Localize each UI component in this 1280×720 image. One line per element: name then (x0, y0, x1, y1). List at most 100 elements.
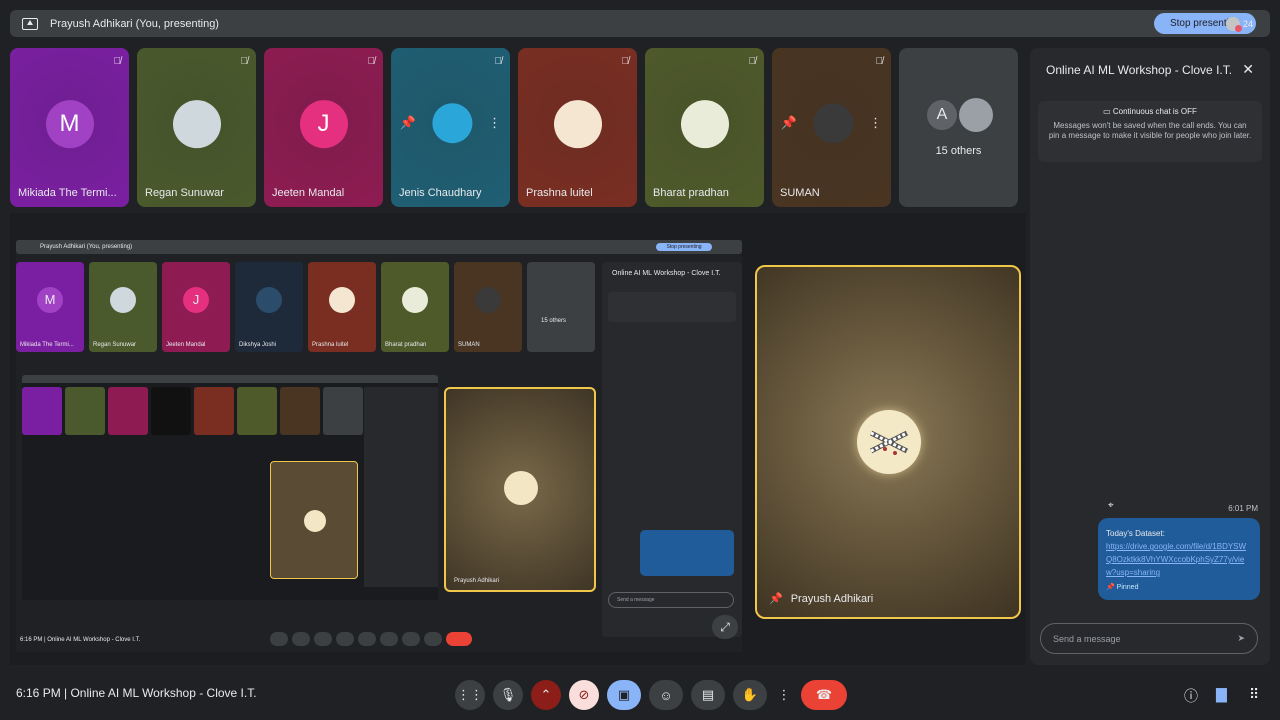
avatar (172, 99, 221, 148)
participant-name: Mikiada The Termi... (20, 342, 74, 348)
bottom-bar: 6:16 PM | Online AI ML Workshop - Clove … (0, 672, 1280, 720)
activities-icon[interactable]: ⠿ (1249, 686, 1259, 703)
avatar (475, 286, 501, 313)
avatar (680, 99, 729, 148)
avatar: M (37, 286, 63, 313)
others-label: 15 others (935, 145, 982, 157)
participant-name: Jeeten Mandal (166, 342, 206, 348)
shared-participant-tile: M Mikiada The Termi... (16, 262, 84, 352)
chat-panel-title: Online AI ML Workshop - Clove I.T. (1046, 63, 1233, 77)
mic-off-icon: 🎙̸ (875, 56, 884, 67)
participant-name: Jeeten Mandal (272, 187, 345, 199)
pinned-avatar (857, 410, 921, 474)
shared-chat-message (640, 530, 734, 576)
pin-icon: 📌 (769, 593, 783, 605)
participant-name: Mikiada The Termi... (18, 187, 117, 199)
camera-options-chevron-icon[interactable]: ⌃ (531, 680, 561, 710)
pinned-label: Pinned (1116, 584, 1139, 591)
microphone-icon[interactable]: 🎙 (493, 680, 523, 710)
meeting-details-icon[interactable]: ⓘ (1184, 686, 1198, 706)
shared-meeting-text: 6:16 PM | Online AI ML Workshop - Clove … (20, 637, 141, 643)
shared-controls (270, 632, 472, 646)
message-time: 6:01 PM (1228, 504, 1258, 513)
shared-stop-presenting: Stop presenting (656, 243, 712, 251)
others-label: 15 others (541, 318, 567, 324)
pinned-name: Prayush Adhikari (790, 592, 874, 605)
more-options-icon[interactable]: ⋮ (488, 115, 501, 131)
people-icon (1226, 17, 1242, 32)
pinned-icon: 📌 (1106, 584, 1117, 591)
send-icon[interactable]: ➤ (1237, 633, 1245, 644)
expand-icon[interactable]: ⤢ (712, 615, 738, 639)
pinned-participant-tile[interactable]: 📌 Prayush Adhikari (755, 265, 1021, 619)
shared-presenting-title: Prayush Adhikari (You, presenting) (40, 244, 133, 250)
people-count-button[interactable]: 24 (1226, 13, 1266, 35)
shared-chat-notice (608, 292, 736, 322)
participant-tile[interactable]: 🎙̸ Regan Sunuwar (137, 48, 256, 207)
presenting-bar: Prayush Adhikari (You, presenting) Stop … (10, 10, 1270, 37)
participant-tile[interactable]: 🎙̸ Prashna luitel (518, 48, 637, 207)
shared-presenting-bar: Prayush Adhikari (You, presenting) Stop … (16, 240, 742, 254)
participant-name: Regan Sunuwar (145, 187, 224, 199)
shared-participant-tile: SUMAN (454, 262, 522, 352)
audio-levels-icon[interactable]: ⋮⋮ (455, 680, 485, 710)
mic-off-icon: 🎙̸ (494, 56, 503, 67)
shared-pinned-avatar (504, 471, 538, 505)
continuous-chat-notice: ▭ Continuous chat is OFF Messages won't … (1038, 101, 1262, 162)
captions-icon[interactable]: ▤ (691, 680, 725, 710)
nested-shared-screen (22, 375, 438, 600)
shared-participant-tile: J Jeeten Mandal (162, 262, 230, 352)
avatar (553, 99, 602, 148)
shared-participant-tile: Prashna luitel (308, 262, 376, 352)
present-screen-button[interactable]: ▣ (607, 680, 641, 710)
participant-tile[interactable]: 🎙̸ J Jeeten Mandal (264, 48, 383, 207)
pinned-name-label: 📌 Prayush Adhikari (769, 592, 874, 606)
avatar: A (927, 100, 957, 130)
participant-name: Prashna luitel (526, 187, 593, 199)
chat-icon[interactable]: ▇ (1216, 686, 1227, 703)
pin-icon[interactable]: 📌 (781, 115, 797, 131)
shared-chat-title: Online AI ML Workshop - Clove I.T. (612, 270, 721, 277)
participant-name: SUMAN (458, 342, 480, 348)
unpin-icon[interactable]: ⌖ (1108, 500, 1114, 511)
avatar (110, 286, 136, 313)
more-options-icon[interactable]: ⋮ (869, 115, 882, 131)
emoji-icon[interactable]: ☺ (649, 680, 683, 710)
message-link[interactable]: https://drive.google.com/file/d/1BDYSWQ8… (1106, 540, 1252, 579)
nested-chat-panel (364, 387, 438, 587)
avatar (432, 102, 473, 143)
avatar: J (299, 99, 348, 148)
shared-pinned-name: Prayush Adhikari (454, 578, 500, 584)
end-call-button[interactable]: ☎ (801, 680, 847, 710)
pinned-avatar-illustration (869, 430, 909, 455)
mic-off-icon: 🎙̸ (367, 56, 376, 67)
participant-name: Jenis Chaudhary (399, 187, 482, 199)
notice-title: Continuous chat is OFF (1112, 107, 1197, 116)
participant-tile[interactable]: 🎙̸ M Mikiada The Termi... (10, 48, 129, 207)
camera-off-icon[interactable]: ⊘ (569, 680, 599, 710)
shared-participant-tile: Dikshya Joshi (235, 262, 303, 352)
message-title: Today's Dataset: (1106, 529, 1165, 538)
participant-name: Prashna luitel (312, 342, 349, 348)
more-options-icon[interactable]: ⋮ (775, 680, 793, 710)
tile-hover-controls: 📌 ⋮ (781, 102, 882, 143)
participant-tile[interactable]: 🎙̸ Bharat pradhan (645, 48, 764, 207)
chat-input-placeholder: Send a message (1053, 633, 1121, 644)
others-tile[interactable]: A 15 others (899, 48, 1018, 207)
close-icon[interactable]: ✕ (1242, 61, 1254, 78)
call-controls: ⋮⋮ 🎙 ⌃ ⊘ ▣ ☺ ▤ ✋ ⋮ ☎ (455, 680, 847, 710)
shared-chat-input: Send a message (608, 592, 734, 608)
mic-off-icon: 🎙̸ (240, 56, 249, 67)
raise-hand-icon[interactable]: ✋ (733, 680, 767, 710)
participant-tile[interactable]: 🎙̸ 📌 ⋮ Jenis Chaudhary (391, 48, 510, 207)
shared-pinned-tile: Prayush Adhikari (444, 387, 596, 592)
chat-input[interactable]: Send a message ➤ (1040, 623, 1258, 654)
participant-name: Bharat pradhan (653, 187, 729, 199)
mic-off-icon: 🎙̸ (113, 56, 122, 67)
participant-name: Bharat pradhan (385, 342, 427, 348)
shared-participant-strip: M Mikiada The Termi... Regan Sunuwar J Je… (16, 262, 595, 352)
pin-icon[interactable]: 📌 (400, 115, 416, 131)
participant-tile[interactable]: 🎙̸ 📌 ⋮ SUMAN (772, 48, 891, 207)
nested-tiles (22, 387, 363, 435)
notice-text: Messages won't be saved when the call en… (1048, 121, 1252, 140)
